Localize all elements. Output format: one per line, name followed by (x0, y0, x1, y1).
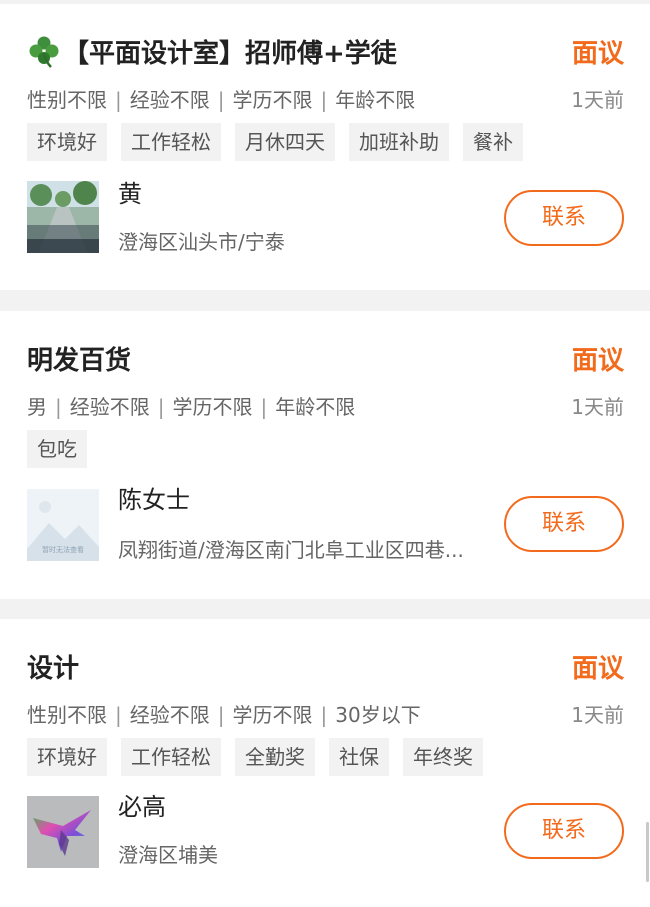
requirement-experience: 经验不限 (129, 88, 210, 112)
job-list: 【平面设计室】招师傅+学徒 面议 性别不限 | 经验不限 | 学历不限 | 年龄不限 1天前… (0, 0, 650, 907)
separator: | (320, 88, 328, 112)
separator: | (55, 395, 62, 419)
benefit-tags: 环境好 工作轻松 月休四天 加班补助 餐补 (27, 123, 523, 161)
requirements: 性别不限 | 经验不限 | 学历不限 | 30岁以下 (27, 701, 421, 729)
contact-button[interactable]: 联系 (504, 190, 624, 246)
benefit-tags: 包吃 (27, 430, 87, 468)
requirements: 性别不限 | 经验不限 | 学历不限 | 年龄不限 (27, 86, 415, 114)
avatar (27, 181, 99, 253)
job-address: 澄海区埔美 (118, 843, 218, 867)
contact-button[interactable]: 联系 (504, 496, 624, 552)
benefit-tag: 工作轻松 (121, 123, 221, 161)
job-title[interactable]: 【平面设计室】招师傅+学徒 (27, 34, 397, 74)
job-card[interactable]: 设计 面议 性别不限 | 经验不限 | 学历不限 | 30岁以下 1天前 环境好 工作轻松 … (0, 619, 650, 907)
requirement-age: 30岁以下 (335, 703, 421, 727)
job-title-text: 【平面设计室】招师傅+学徒 (63, 39, 397, 69)
requirement-gender: 性别不限 (27, 88, 107, 112)
separator: | (217, 703, 225, 727)
scrollbar[interactable] (646, 822, 649, 882)
job-title[interactable]: 明发百货 (27, 341, 131, 381)
job-card[interactable]: 【平面设计室】招师傅+学徒 面议 性别不限 | 经验不限 | 学历不限 | 年龄不限 1天前… (0, 4, 650, 290)
requirement-age: 年龄不限 (335, 88, 416, 112)
avatar-placeholder: 暂时无法查看 (27, 489, 99, 561)
salary-label: 面议 (571, 346, 624, 376)
separator: | (115, 88, 122, 112)
separator: | (157, 395, 165, 419)
benefit-tag: 全勤奖 (235, 738, 315, 776)
posted-time: 1天前 (571, 703, 624, 727)
benefit-tag: 月休四天 (235, 123, 335, 161)
separator: | (217, 88, 225, 112)
requirement-experience: 经验不限 (129, 703, 210, 727)
benefit-tag: 加班补助 (349, 123, 449, 161)
requirement-education: 学历不限 (172, 395, 253, 419)
salary-label: 面议 (571, 39, 624, 69)
benefit-tag: 环境好 (27, 123, 107, 161)
benefit-tags: 环境好 工作轻松 全勤奖 社保 年终奖 (27, 738, 483, 776)
image-placeholder-icon: 暂时无法查看 (27, 489, 99, 561)
contact-name: 陈女士 (118, 486, 190, 514)
job-title[interactable]: 设计 (27, 649, 79, 689)
separator: | (115, 703, 122, 727)
requirement-education: 学历不限 (232, 88, 313, 112)
benefit-tag: 环境好 (27, 738, 107, 776)
contact-name: 黄 (118, 180, 142, 208)
clover-icon (29, 36, 59, 68)
requirement-education: 学历不限 (232, 703, 313, 727)
separator: | (260, 395, 268, 419)
requirement-experience: 经验不限 (69, 395, 150, 419)
benefit-tag: 社保 (329, 738, 389, 776)
benefit-tag: 包吃 (27, 430, 87, 468)
requirement-gender: 男 (27, 395, 47, 419)
benefit-tag: 餐补 (463, 123, 523, 161)
benefit-tag: 年终奖 (403, 738, 483, 776)
requirement-gender: 性别不限 (27, 703, 107, 727)
job-address: 凤翔街道/澄海区南门北阜工业区四巷... (118, 538, 464, 562)
posted-time: 1天前 (571, 88, 624, 112)
separator: | (320, 703, 328, 727)
requirements: 男 | 经验不限 | 学历不限 | 年龄不限 (27, 393, 355, 421)
benefit-tag: 工作轻松 (121, 738, 221, 776)
avatar (27, 796, 99, 868)
contact-button[interactable]: 联系 (504, 803, 624, 859)
eagle-logo-icon (27, 796, 99, 868)
avatar-photo (27, 181, 99, 253)
job-address: 澄海区汕头市/宁泰 (118, 230, 285, 254)
requirement-age: 年龄不限 (275, 395, 356, 419)
placeholder-text: 暂时无法查看 (42, 545, 84, 554)
salary-label: 面议 (571, 654, 624, 684)
job-card[interactable]: 明发百货 面议 男 | 经验不限 | 学历不限 | 年龄不限 1天前 包吃 暂时无法查看 陈… (0, 311, 650, 599)
posted-time: 1天前 (571, 395, 624, 419)
contact-name: 必高 (118, 793, 166, 821)
